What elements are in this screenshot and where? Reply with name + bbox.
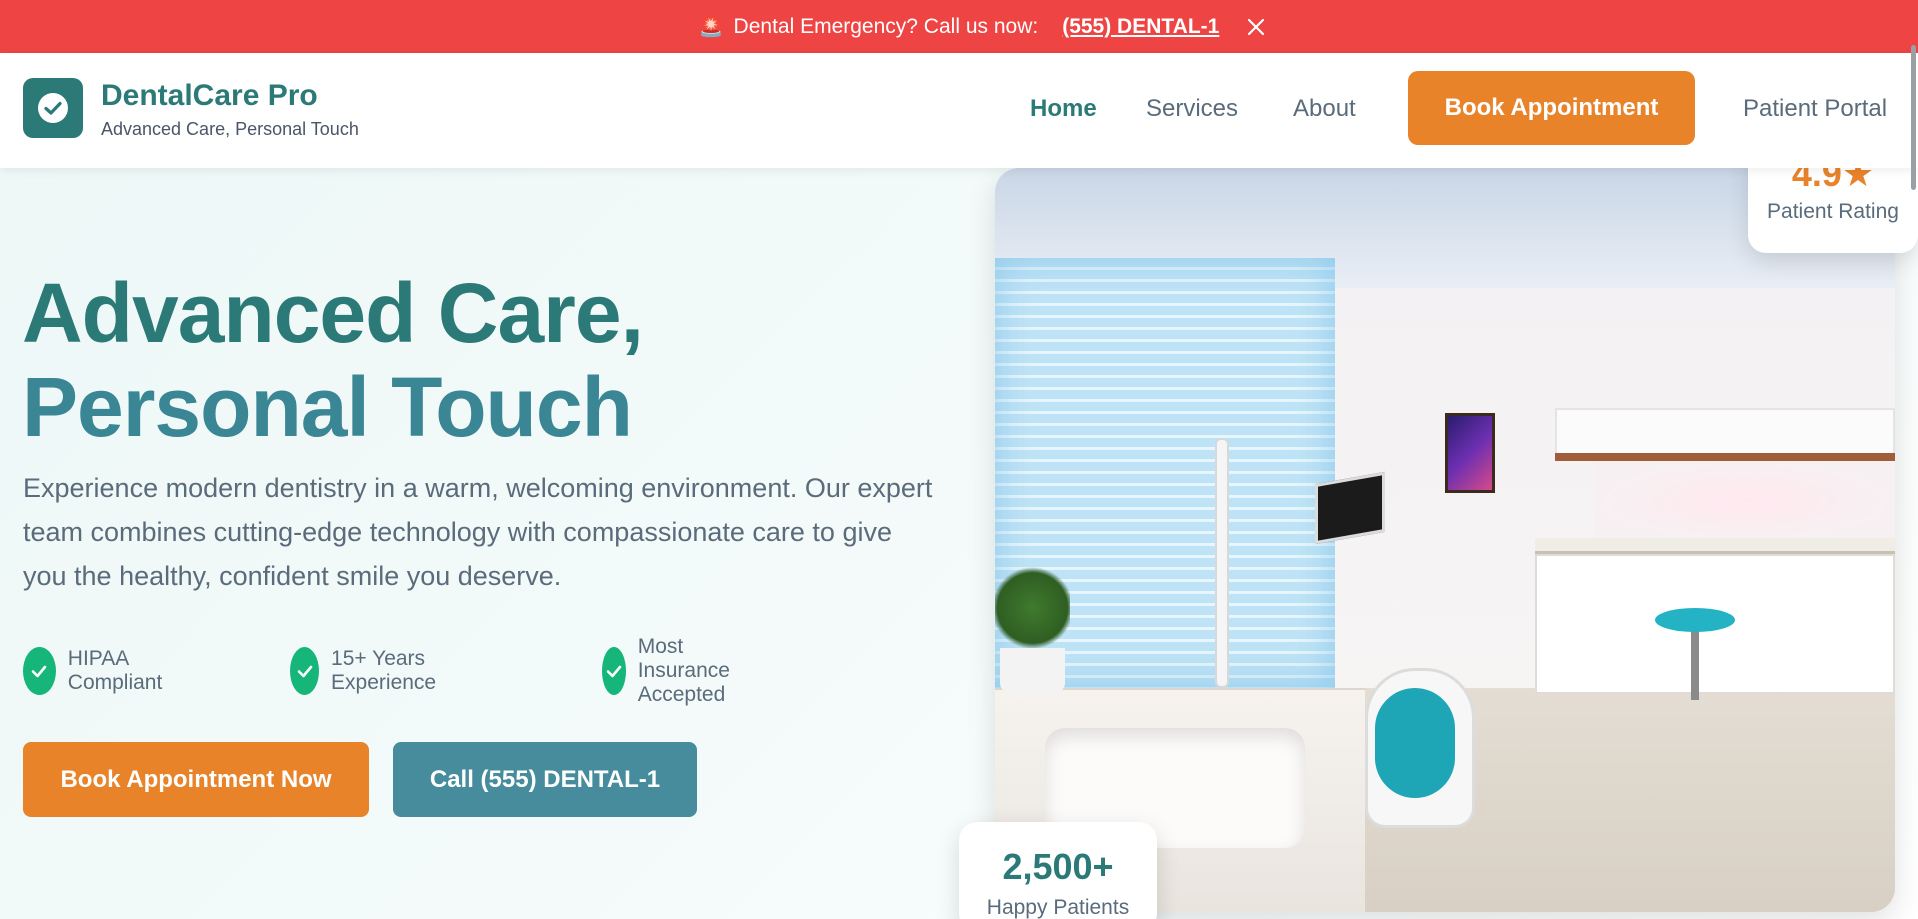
brand-name[interactable]: DentalCare Pro [101, 79, 318, 113]
check-circle-icon [602, 647, 626, 695]
emergency-banner: 🚨 Dental Emergency? Call us now: (555) D… [0, 0, 1918, 53]
plant [995, 563, 1070, 653]
patients-label: Happy Patients [986, 896, 1130, 919]
logo[interactable] [23, 78, 83, 138]
patients-card: 2,500+ Happy Patients [959, 822, 1157, 919]
call-phone-button[interactable]: Call (555) DENTAL-1 [393, 742, 697, 817]
close-icon[interactable] [1241, 12, 1271, 42]
feature-item: HIPAA Compliant [23, 647, 178, 695]
book-appointment-now-button[interactable]: Book Appointment Now [23, 742, 369, 817]
countertop [1535, 538, 1895, 554]
hero-description: Experience modern dentistry in a warm, w… [23, 473, 933, 591]
feature-label: 15+ Years Experience [331, 647, 437, 694]
feature-item: Most Insurance Accepted [602, 635, 754, 706]
stool-leg [1691, 630, 1699, 700]
feature-label: Most Insurance Accepted [637, 635, 730, 706]
patients-value: 2,500+ [1002, 846, 1114, 887]
rating-label: Patient Rating [1767, 200, 1899, 223]
upper-cabinet [1555, 408, 1895, 458]
nav-services[interactable]: Services [1146, 95, 1238, 123]
hero-section: Advanced Care, Personal Touch Experience… [0, 168, 1918, 919]
feature-label: HIPAA Compliant [67, 647, 163, 694]
cabinet-trim [1555, 453, 1895, 461]
check-icon [38, 93, 68, 123]
check-circle-icon [23, 647, 56, 695]
nav-patient-portal[interactable]: Patient Portal [1743, 95, 1887, 123]
wall-painting [1445, 413, 1495, 493]
nav-home[interactable]: Home [1030, 95, 1097, 123]
siren-icon: 🚨 [698, 16, 724, 38]
page-scrollbar[interactable] [1911, 45, 1916, 190]
dental-office-image [995, 168, 1895, 912]
plant-pot [1000, 648, 1065, 693]
nav-about[interactable]: About [1293, 95, 1356, 123]
hero-title-line2: Personal Touch [22, 360, 633, 454]
xray-arm [1215, 438, 1229, 688]
check-circle-icon [290, 647, 320, 695]
hero-title-line1: Advanced Care, [22, 266, 644, 360]
dental-chair-seat [1375, 688, 1455, 798]
stool-seat [1655, 608, 1735, 632]
counter-light [1595, 461, 1895, 541]
feature-item: 15+ Years Experience [290, 647, 455, 695]
emergency-phone-link[interactable]: (555) DENTAL-1 [1062, 15, 1219, 39]
hero-title: Advanced Care, Personal Touch [22, 266, 644, 454]
dental-monitor [1315, 471, 1385, 545]
site-header: DentalCare Pro Advanced Care, Personal T… [0, 53, 1918, 168]
book-appointment-button[interactable]: Book Appointment [1408, 71, 1695, 145]
brand-tagline: Advanced Care, Personal Touch [101, 119, 359, 139]
emergency-text: Dental Emergency? Call us now: [733, 14, 1039, 38]
